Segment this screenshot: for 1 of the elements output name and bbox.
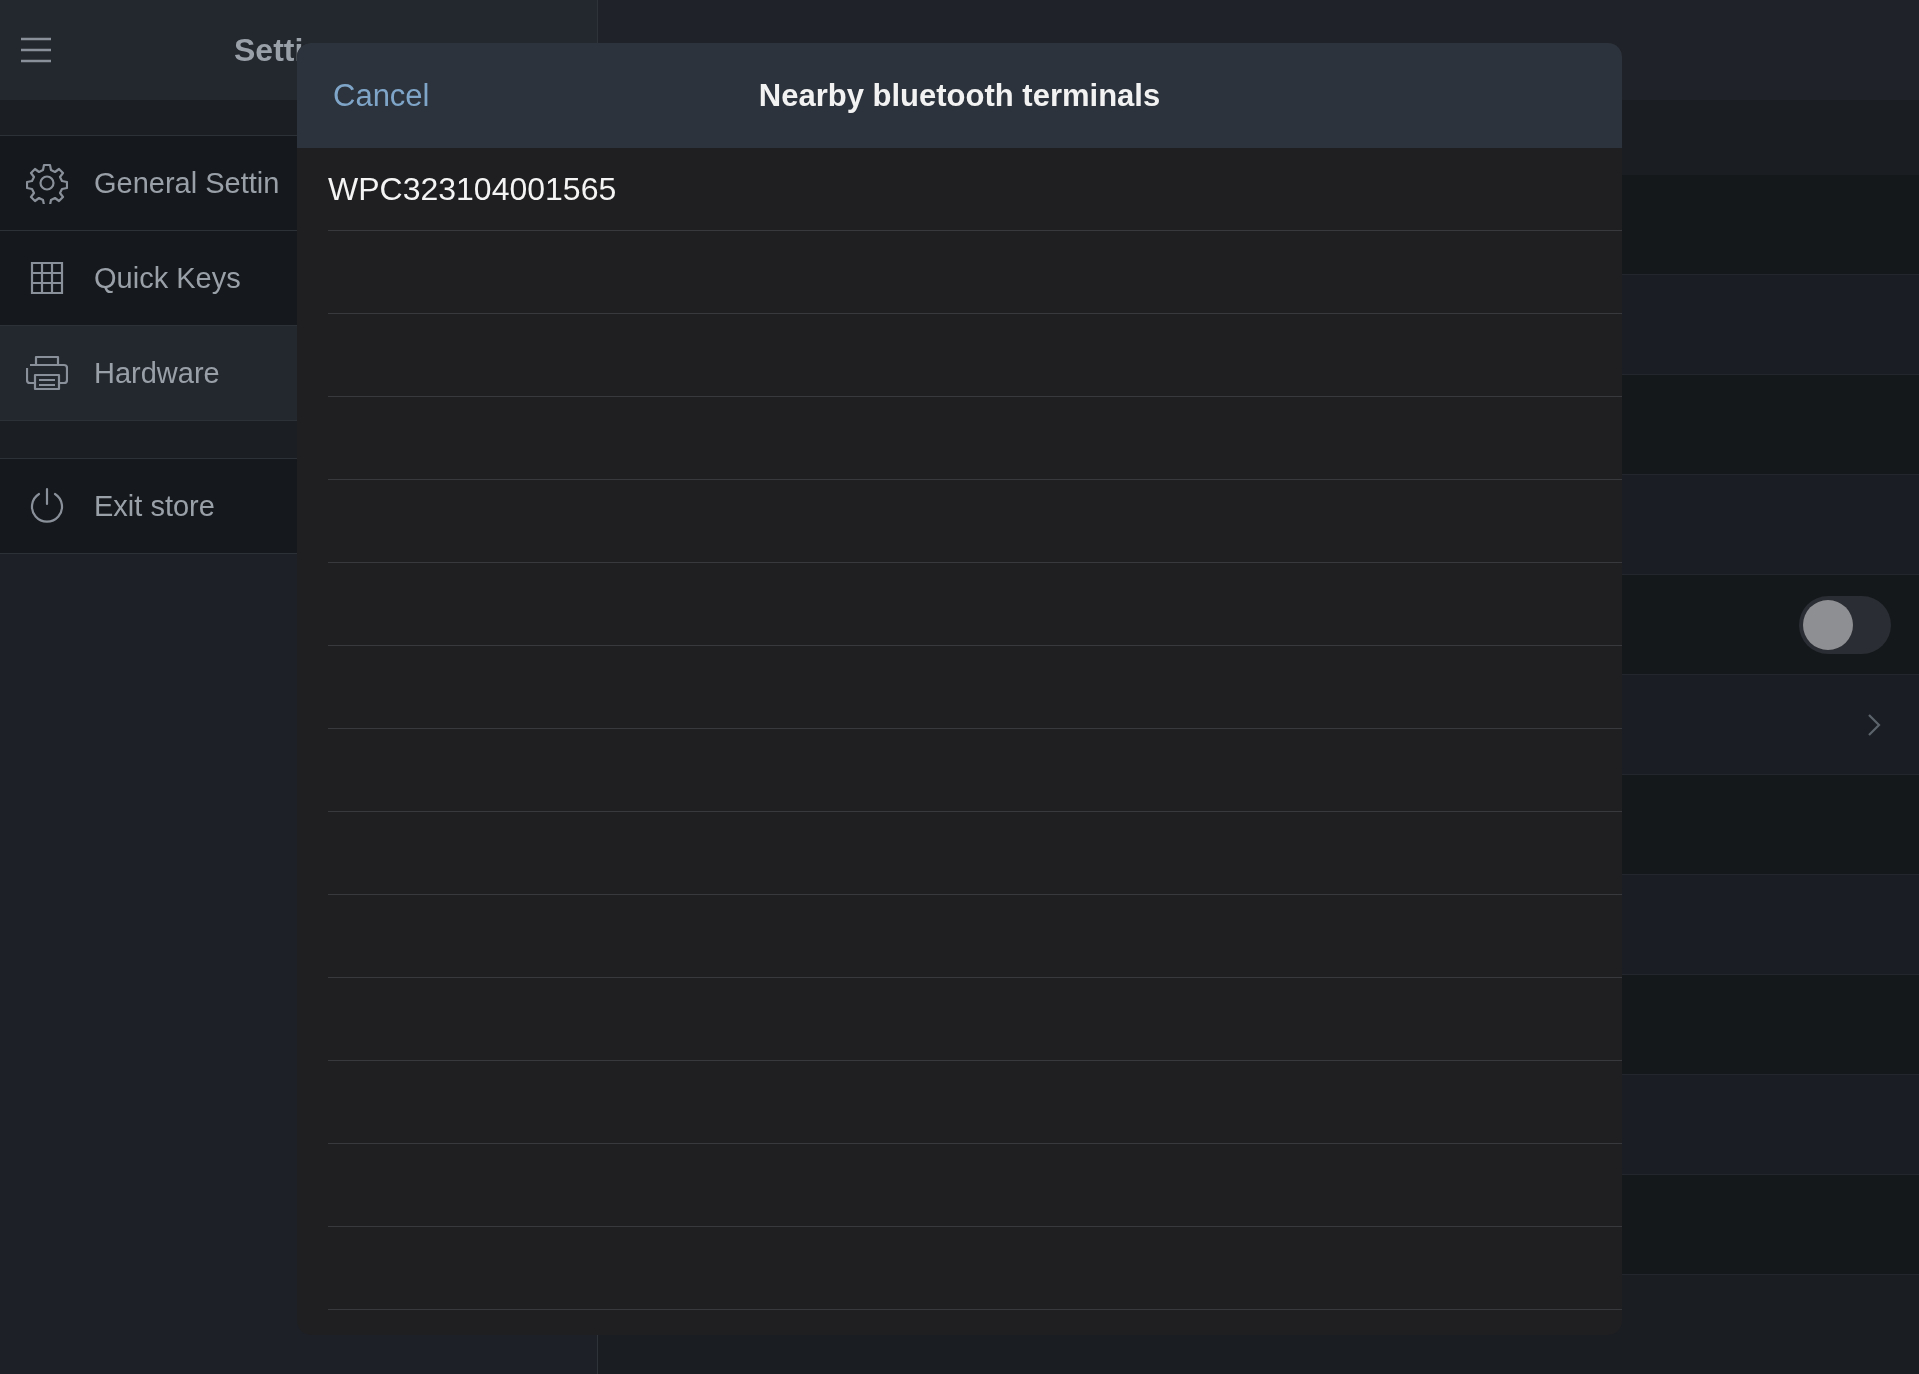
dialog-title: Nearby bluetooth terminals [758,77,1161,114]
